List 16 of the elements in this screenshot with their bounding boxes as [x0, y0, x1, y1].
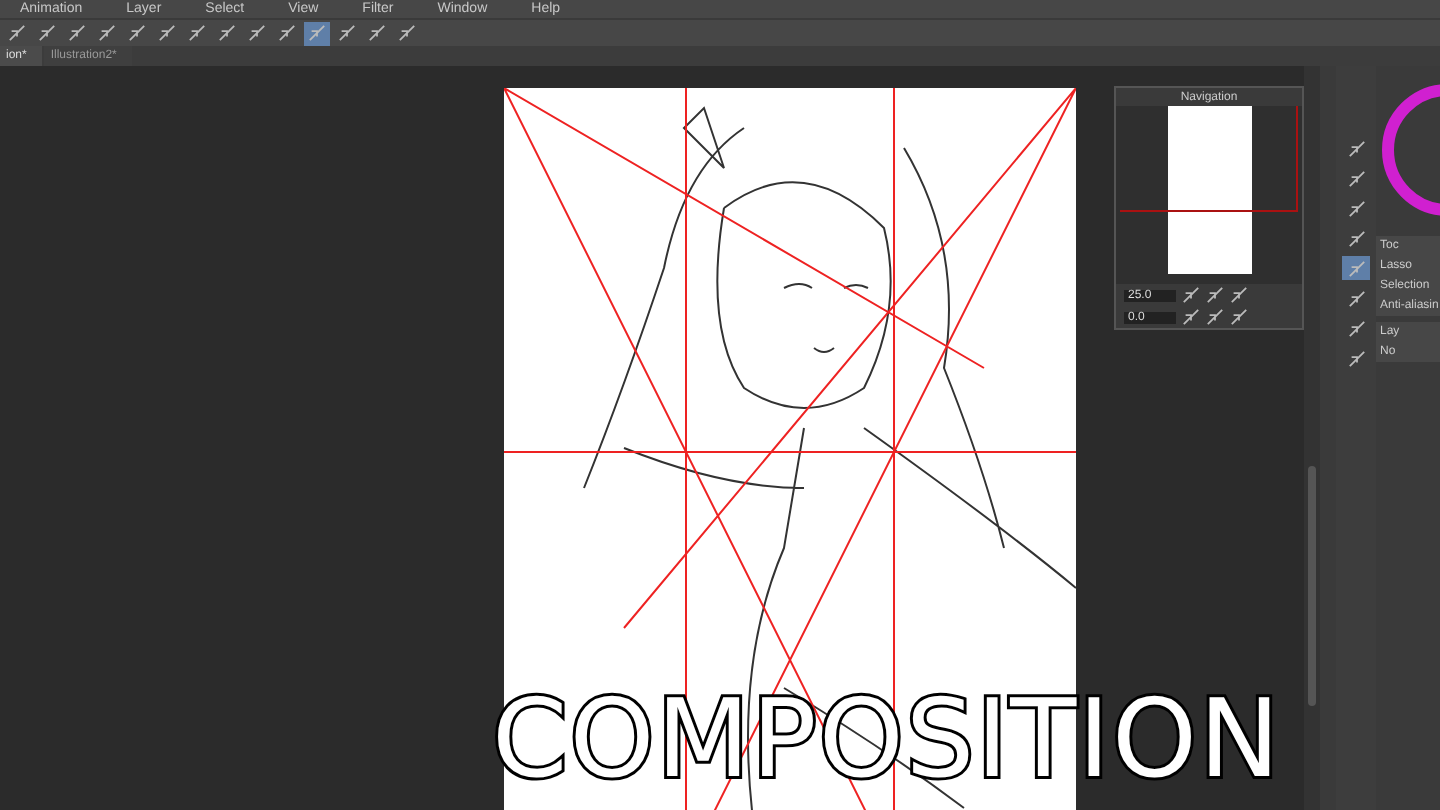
toolbar-button[interactable]	[364, 21, 390, 45]
toolbar-button[interactable]	[64, 21, 90, 45]
toolbar-button[interactable]	[154, 21, 180, 45]
toolbar-button[interactable]	[124, 21, 150, 45]
toolbar-button[interactable]	[94, 21, 120, 45]
toolbar-button[interactable]	[334, 21, 360, 45]
toolbar-button[interactable]	[274, 21, 300, 45]
toolbar-button[interactable]	[304, 21, 330, 45]
toolbar-button[interactable]	[34, 21, 60, 45]
toolbar-button[interactable]	[214, 21, 240, 45]
scrollbar[interactable]	[1304, 66, 1320, 810]
toolbar-button[interactable]	[184, 21, 210, 45]
toolbar-button[interactable]	[4, 21, 30, 45]
toolbar-button[interactable]	[244, 21, 270, 45]
scrollbar-thumb[interactable]	[1308, 466, 1316, 706]
toolbar-button[interactable]	[394, 21, 420, 45]
